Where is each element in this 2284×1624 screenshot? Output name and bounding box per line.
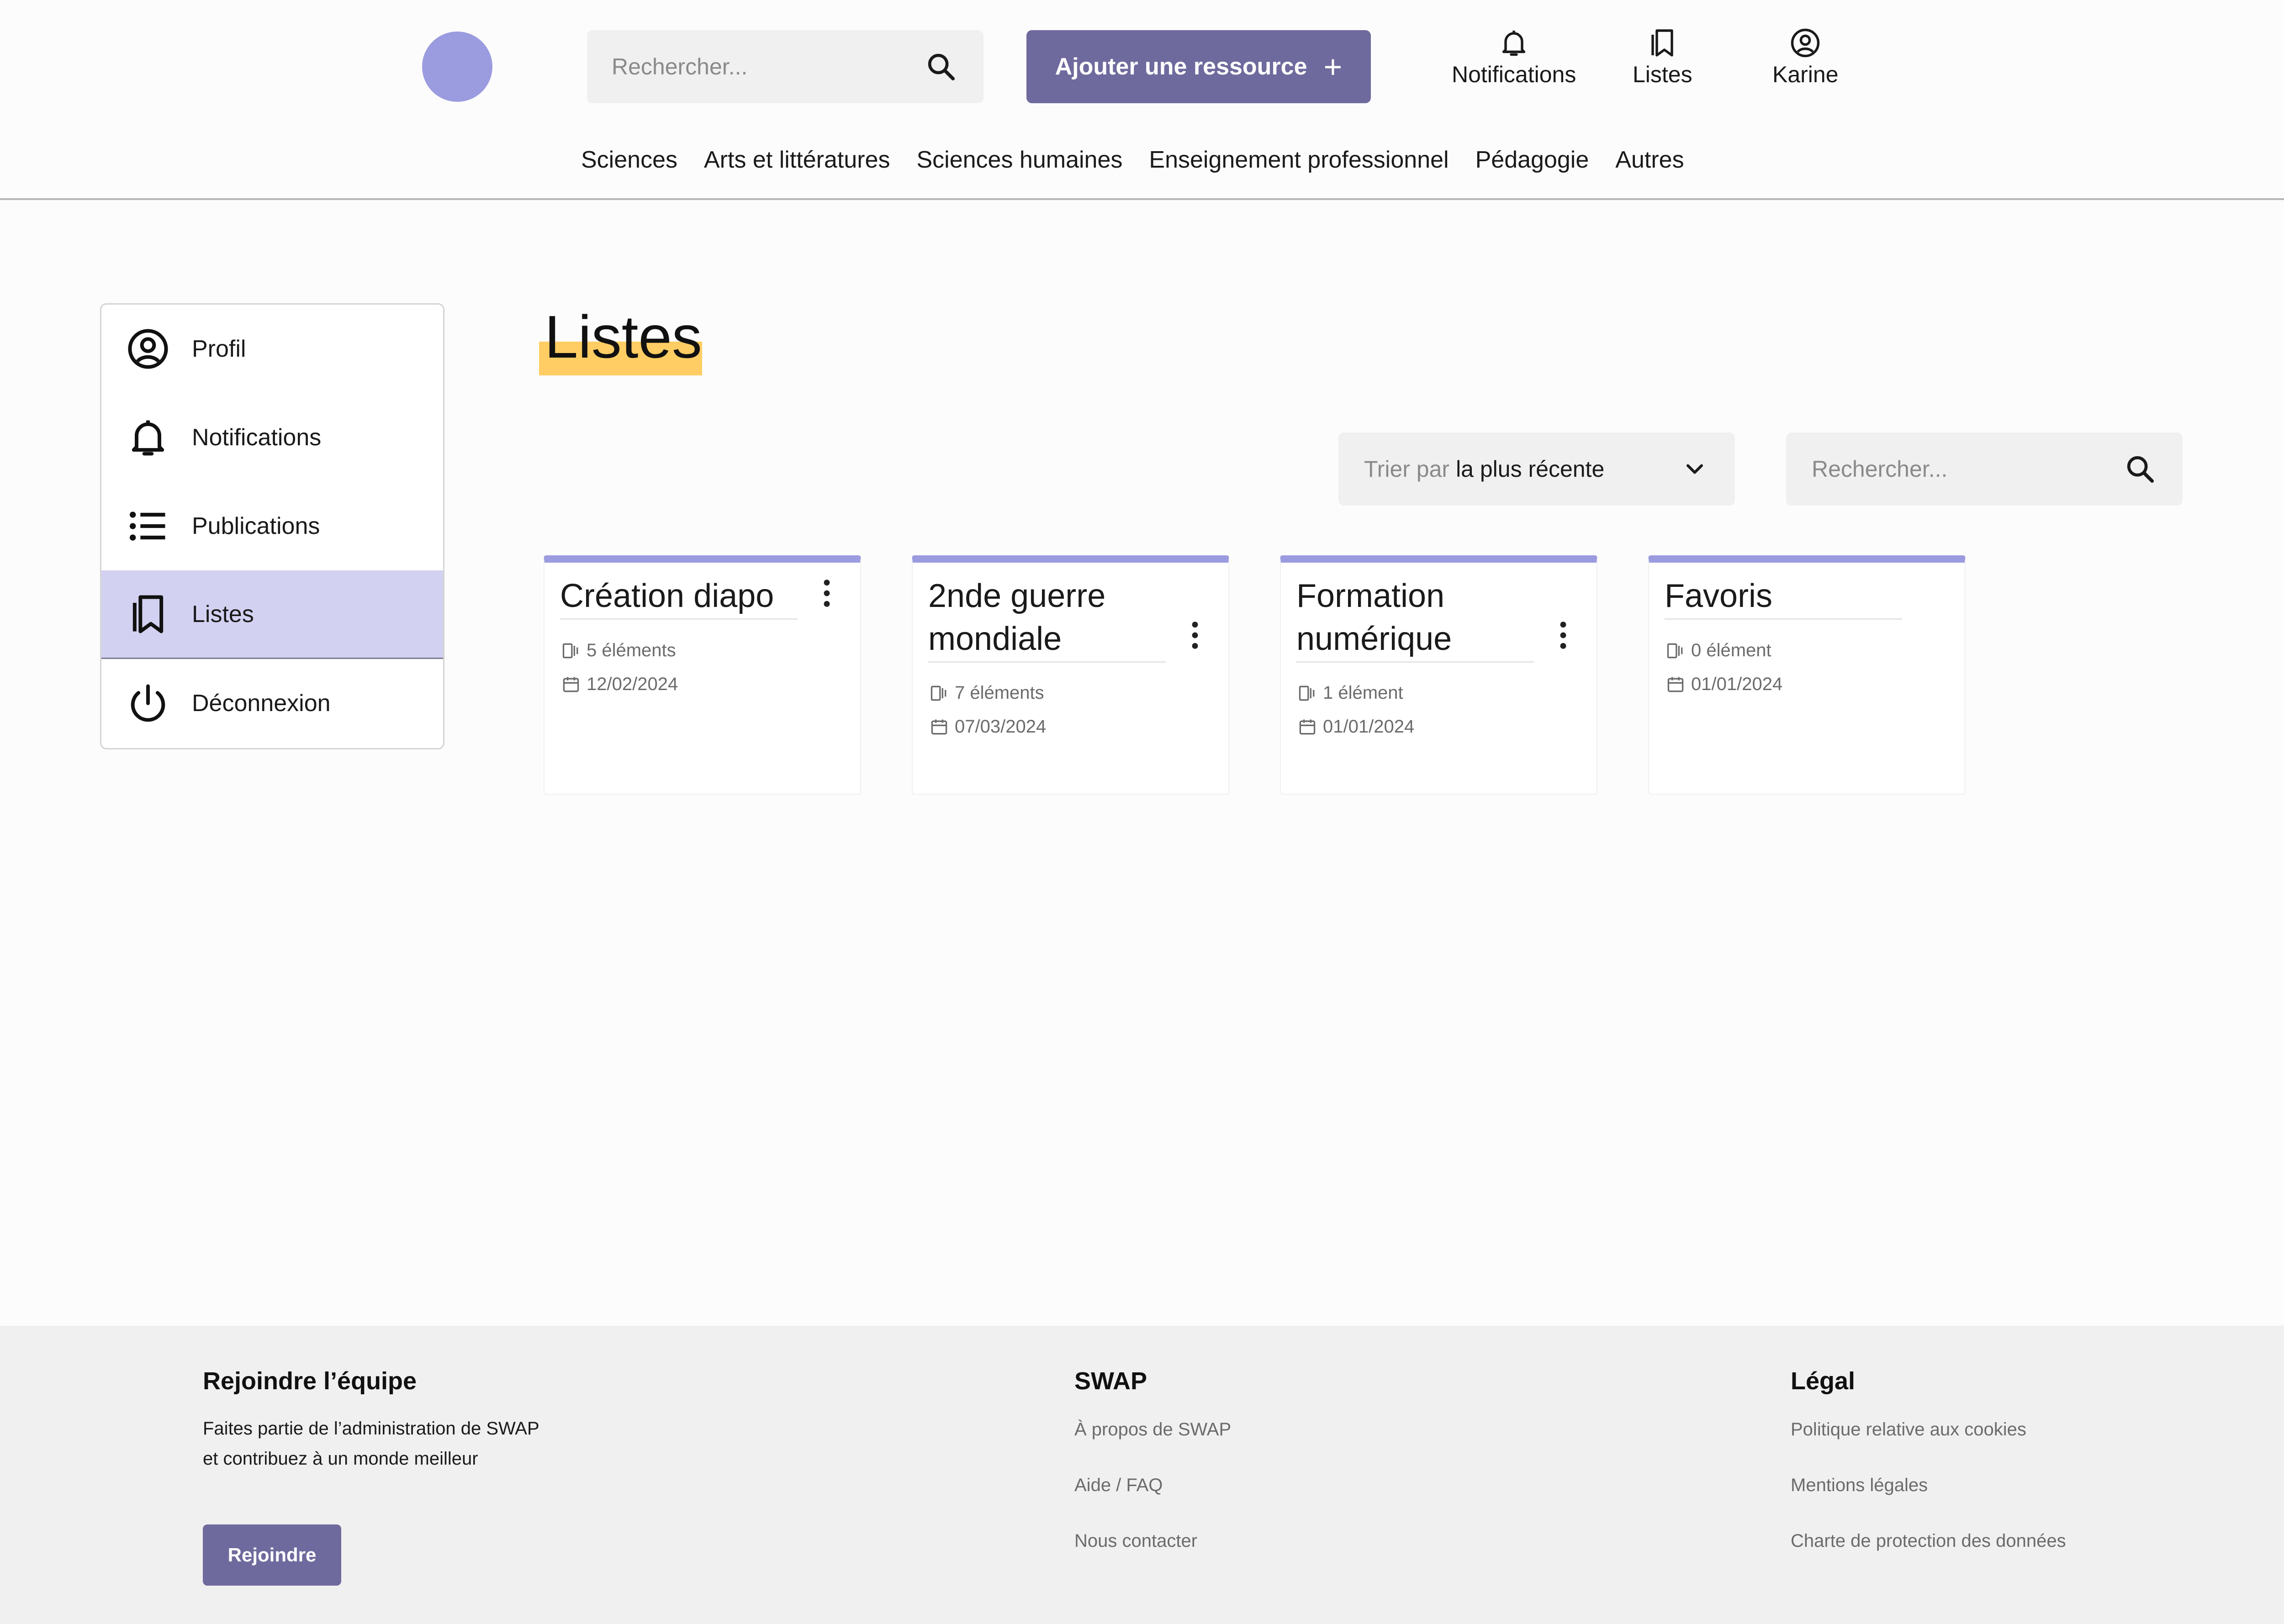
- card-title: 2nde guerre mondiale: [928, 575, 1166, 663]
- sidebar-item-notifications[interactable]: Notifications: [101, 393, 443, 482]
- power-icon: [124, 680, 172, 727]
- card-count-text: 0 élément: [1691, 640, 1771, 660]
- add-resource-button[interactable]: Ajouter une ressource +: [1026, 30, 1371, 103]
- sidebar-item-profile[interactable]: Profil: [101, 305, 443, 393]
- sidebar-item-label: Déconnexion: [192, 690, 331, 717]
- footer-link-help[interactable]: Aide / FAQ: [1074, 1475, 1163, 1496]
- search-placeholder: Rechercher...: [1812, 456, 1948, 482]
- sort-value: la plus récente: [1456, 456, 1605, 482]
- header: Rechercher... Ajouter une ressource + No…: [0, 0, 2284, 200]
- card-count-text: 7 éléments: [955, 683, 1044, 703]
- search-icon[interactable]: [925, 51, 957, 83]
- nav-user-label: Karine: [1772, 62, 1839, 87]
- card-date-text: 12/02/2024: [587, 674, 678, 694]
- bookmarks-icon: [124, 591, 172, 638]
- footer-legal-title: Légal: [1791, 1367, 1856, 1395]
- join-button[interactable]: Rejoindre: [203, 1524, 341, 1586]
- card-date: 01/01/2024: [1665, 674, 1782, 695]
- list-icon: [124, 502, 172, 550]
- card-count: 0 élément: [1665, 640, 1771, 661]
- sidebar-item-label: Notifications: [192, 424, 322, 451]
- calendar-icon: [563, 677, 579, 692]
- card-date: 01/01/2024: [1297, 717, 1414, 737]
- sidebar-item-label: Publications: [192, 513, 320, 539]
- sidebar-item-label: Profil: [192, 336, 246, 362]
- card-count-text: 5 éléments: [587, 640, 676, 660]
- category-others[interactable]: Autres: [1615, 146, 1684, 174]
- logo[interactable]: [422, 32, 492, 102]
- header-search-input[interactable]: Rechercher...: [587, 30, 983, 103]
- sidebar: Profil Notifications Publications Listes…: [100, 303, 444, 749]
- nav-notifications-label: Notifications: [1452, 62, 1576, 87]
- add-resource-label: Ajouter une ressource: [1055, 53, 1307, 80]
- search-icon[interactable]: [2124, 453, 2156, 485]
- calendar-icon: [1667, 677, 1684, 692]
- profile-icon: [124, 325, 172, 373]
- category-pedagogy[interactable]: Pédagogie: [1475, 146, 1589, 174]
- footer-link-data-protection[interactable]: Charte de protection des données: [1791, 1531, 2066, 1551]
- nav-lists-label: Listes: [1633, 62, 1692, 87]
- category-nav: Sciences Arts et littératures Sciences h…: [581, 146, 1711, 174]
- card-count-text: 1 élément: [1323, 683, 1403, 703]
- card-date: 12/02/2024: [561, 674, 678, 695]
- more-options-icon[interactable]: [820, 577, 834, 609]
- category-professional[interactable]: Enseignement professionnel: [1149, 146, 1449, 174]
- list-search-input[interactable]: Rechercher...: [1786, 432, 2183, 506]
- card-date-text: 01/01/2024: [1323, 717, 1415, 737]
- card-count: 1 élément: [1297, 683, 1403, 703]
- card-title: Création diapo: [560, 575, 798, 620]
- card-date-text: 07/03/2024: [955, 717, 1047, 737]
- items-icon: [1299, 685, 1315, 701]
- nav-user[interactable]: Karine: [1772, 26, 1839, 88]
- more-options-icon[interactable]: [1188, 619, 1202, 651]
- user-icon: [1789, 26, 1822, 59]
- footer-link-about[interactable]: À propos de SWAP: [1074, 1419, 1231, 1440]
- sidebar-item-logout[interactable]: Déconnexion: [101, 659, 443, 748]
- bell-icon: [1497, 26, 1530, 59]
- nav-lists[interactable]: Listes: [1633, 26, 1692, 88]
- card-date: 07/03/2024: [929, 717, 1046, 737]
- chevron-down-icon: [1681, 455, 1708, 483]
- list-card[interactable]: 2nde guerre mondiale 7 éléments 07/03/20…: [912, 555, 1229, 795]
- calendar-icon: [1299, 719, 1316, 734]
- footer-link-contact[interactable]: Nous contacter: [1074, 1531, 1197, 1551]
- sidebar-item-lists[interactable]: Listes: [101, 570, 443, 659]
- footer-link-cookies[interactable]: Politique relative aux cookies: [1791, 1419, 2026, 1440]
- bell-icon: [124, 414, 172, 461]
- footer-join-title: Rejoindre l’équipe: [203, 1367, 417, 1395]
- more-options-icon[interactable]: [1556, 619, 1570, 651]
- list-card[interactable]: Formation numérique 1 élément 01/01/2024: [1280, 555, 1597, 795]
- footer: Rejoindre l’équipe SWAP Légal À propos d…: [0, 1326, 2284, 1624]
- items-icon: [562, 643, 578, 658]
- card-count: 7 éléments: [929, 683, 1044, 703]
- bookmarks-icon: [1646, 26, 1679, 59]
- calendar-icon: [931, 719, 947, 734]
- footer-join-text: Faites partie de l’administration de SWA…: [203, 1418, 539, 1469]
- footer-swap-title: SWAP: [1074, 1367, 1147, 1395]
- footer-link-legal-notice[interactable]: Mentions légales: [1791, 1475, 1928, 1496]
- card-count: 5 éléments: [561, 640, 676, 661]
- list-card[interactable]: Création diapo 5 éléments 12/02/2024: [544, 555, 861, 795]
- card-title: Formation numérique: [1296, 575, 1534, 663]
- list-card[interactable]: Favoris 0 élément 01/01/2024: [1648, 555, 1966, 795]
- plus-icon: +: [1323, 49, 1343, 84]
- items-icon: [931, 685, 946, 701]
- sort-prefix: Trier par: [1364, 456, 1450, 482]
- card-title: Favoris: [1665, 575, 1902, 620]
- sidebar-item-label: Listes: [192, 601, 254, 627]
- category-human-sciences[interactable]: Sciences humaines: [916, 146, 1122, 174]
- sort-dropdown[interactable]: Trier par la plus récente: [1338, 432, 1735, 506]
- category-arts[interactable]: Arts et littératures: [704, 146, 890, 174]
- nav-notifications[interactable]: Notifications: [1452, 26, 1576, 88]
- page-title: Listes: [545, 303, 702, 370]
- search-placeholder: Rechercher...: [612, 54, 748, 79]
- card-date-text: 01/01/2024: [1691, 674, 1783, 694]
- category-sciences[interactable]: Sciences: [581, 146, 677, 174]
- sidebar-item-publications[interactable]: Publications: [101, 482, 443, 570]
- items-icon: [1667, 643, 1683, 658]
